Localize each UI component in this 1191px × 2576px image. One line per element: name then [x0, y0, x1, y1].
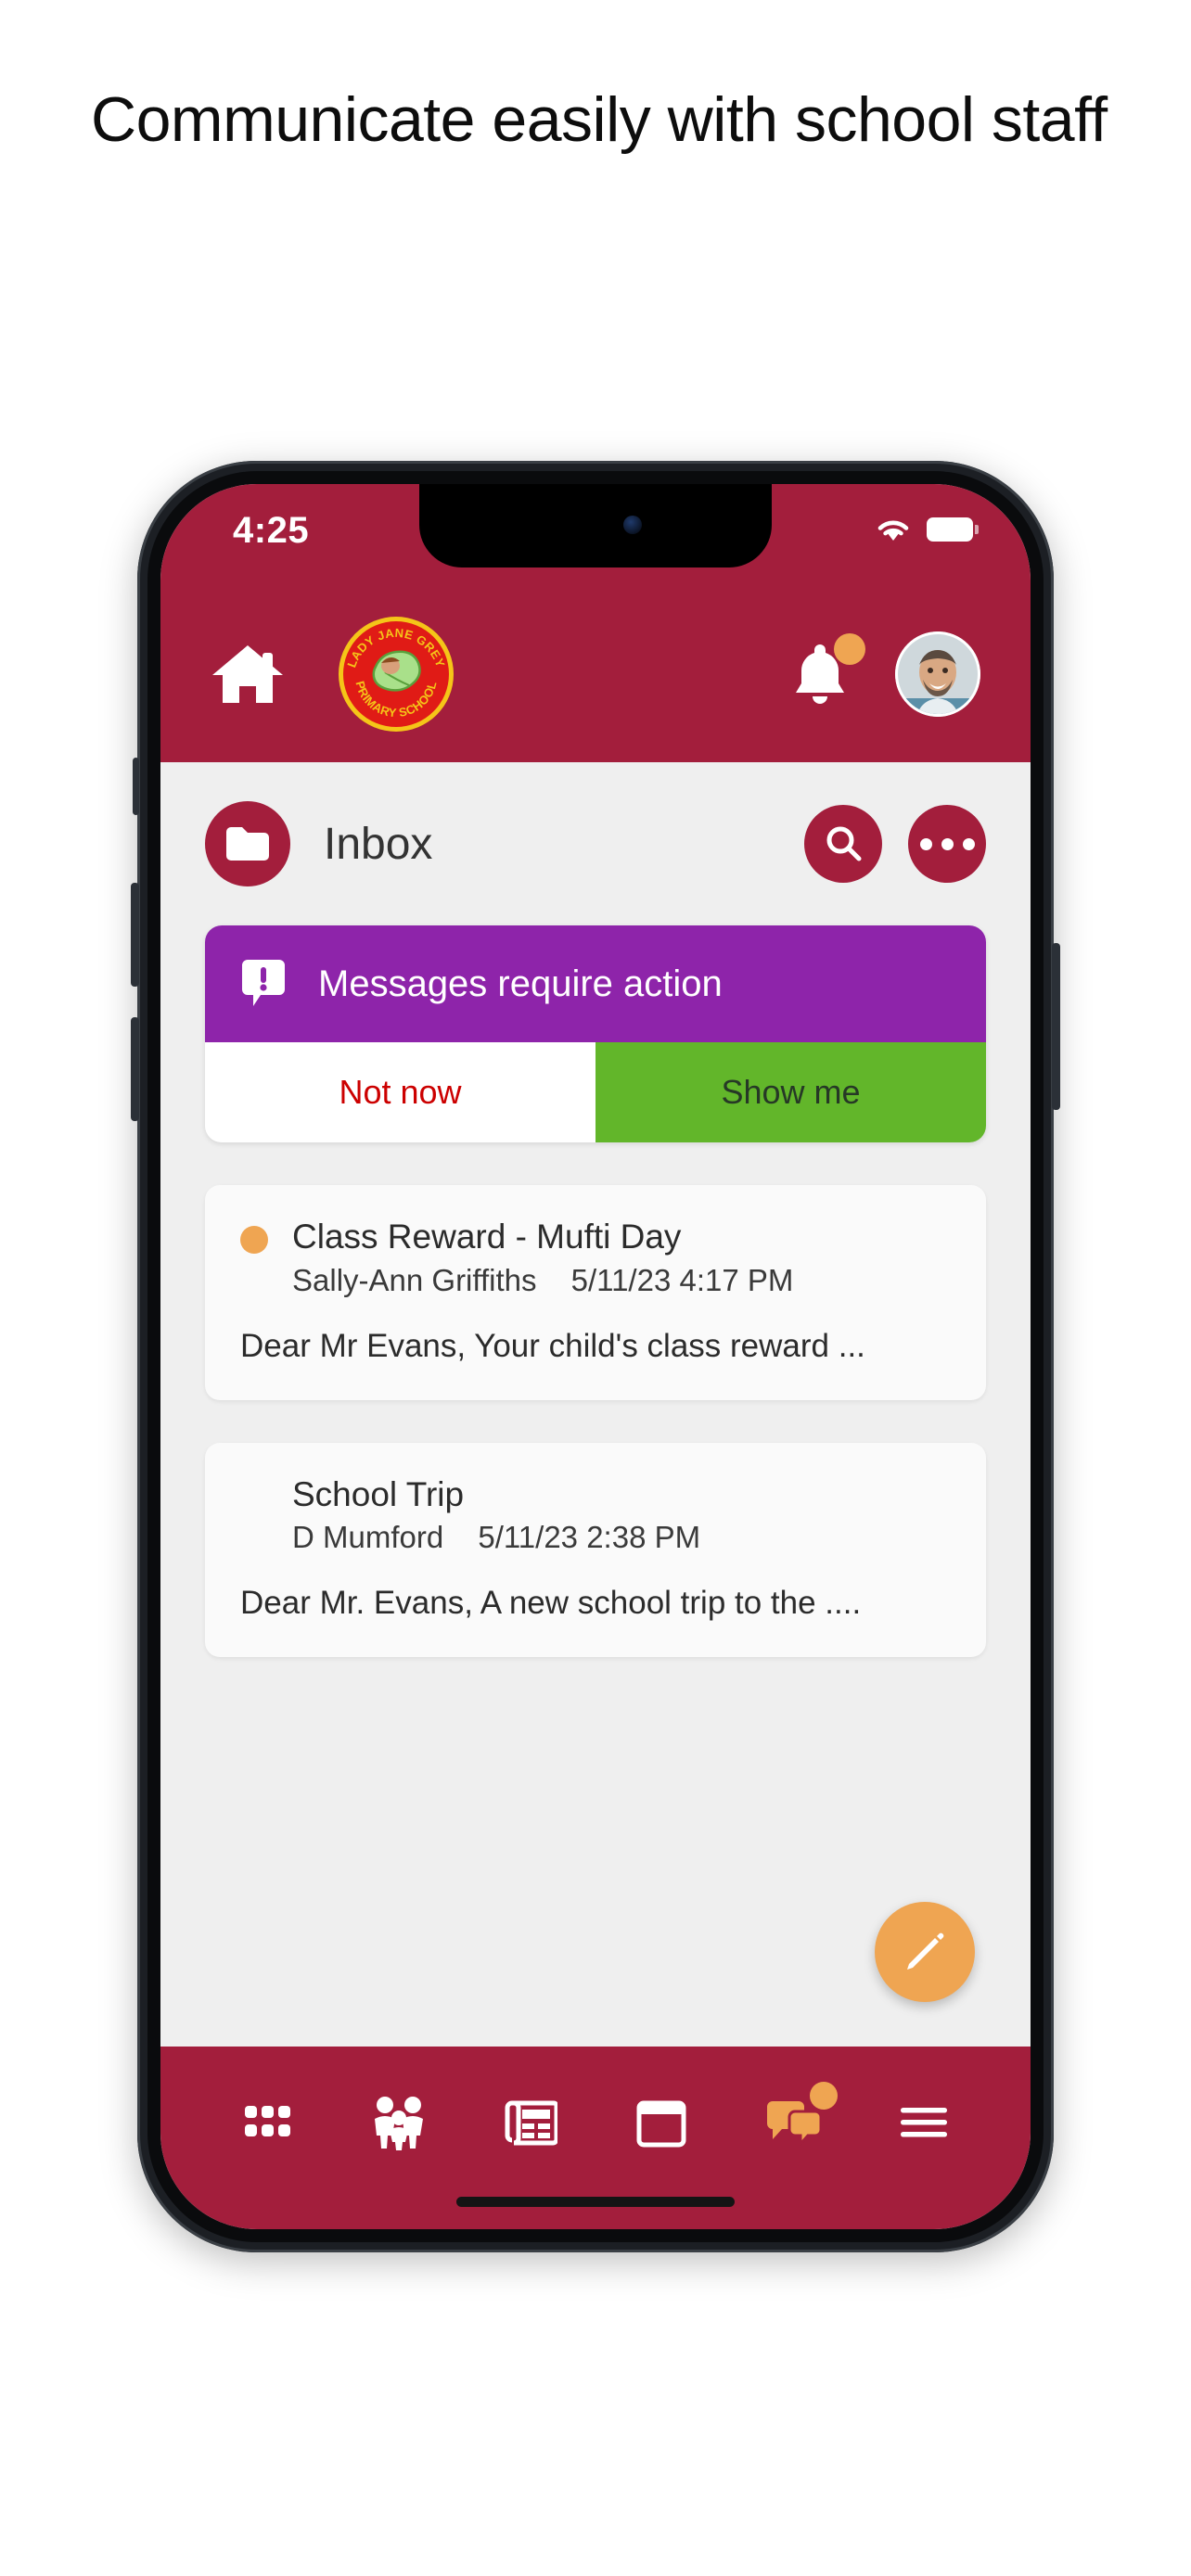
nav-newsletter[interactable]	[464, 2076, 596, 2169]
school-logo: LADY JANE GREY PRIMARY SCHOOL	[337, 615, 455, 733]
phone-notch	[419, 484, 772, 567]
message-preview: Dear Mr. Evans, A new school trip to the…	[240, 1585, 862, 1622]
message-list-item[interactable]: School Trip D Mumford 5/11/23 2:38 PM De…	[205, 1442, 986, 1658]
alert-confirm-button[interactable]: Show me	[596, 1042, 986, 1142]
phone-mockup: 4:25 LADY JANE GREY PRIMARY SCHOOL Inbox…	[131, 461, 1060, 2252]
family-icon	[374, 2096, 423, 2150]
message-text-block: Class Reward - Mufti Day Sally-Ann Griff…	[292, 1217, 793, 1298]
inbox-title-row: Inbox	[160, 762, 1031, 914]
message-header: School Trip D Mumford 5/11/23 2:38 PM	[240, 1474, 951, 1556]
power-button[interactable]	[1052, 943, 1060, 1110]
battery-icon	[927, 517, 979, 542]
compose-pencil-icon	[907, 1932, 944, 1970]
notifications-button[interactable]	[786, 633, 865, 711]
message-timestamp: 5/11/23 4:17 PM	[570, 1262, 794, 1297]
status-bar-time: 4:25	[233, 510, 310, 551]
nav-apps-grid[interactable]	[201, 2076, 333, 2169]
wifi-icon	[877, 520, 909, 541]
page-title: Inbox	[324, 819, 433, 869]
message-header: Class Reward - Mufti Day Sally-Ann Griff…	[240, 1217, 951, 1298]
more-options-button[interactable]	[908, 805, 986, 883]
page-headline: Communicate easily with school staff	[91, 84, 1108, 155]
alert-banner-text: Messages require action	[318, 963, 723, 1004]
marketing-screenshot: Communicate easily with school staff 4:2…	[0, 0, 1191, 2576]
folder-icon-circle	[205, 801, 290, 886]
message-timestamp: 5/11/23 2:38 PM	[478, 1520, 701, 1555]
message-sender: D Mumford	[292, 1520, 444, 1555]
nav-family[interactable]	[333, 2076, 465, 2169]
alert-message-icon	[242, 960, 285, 1006]
more-options-icon	[919, 837, 975, 850]
messages-icon	[766, 2100, 821, 2147]
apps-grid-icon	[244, 2105, 290, 2136]
silence-switch[interactable]	[133, 758, 139, 815]
alert-banner-actions: Not now Show me	[205, 1042, 986, 1142]
action-required-banner: Messages require action Not now Show me	[205, 925, 986, 1142]
search-icon	[826, 826, 862, 861]
message-text-block: School Trip D Mumford 5/11/23 2:38 PM	[292, 1474, 700, 1556]
nav-menu[interactable]	[858, 2076, 990, 2169]
calendar-icon	[636, 2100, 686, 2147]
message-subject: Class Reward - Mufti Day	[292, 1218, 682, 1256]
message-list-item[interactable]: Class Reward - Mufti Day Sally-Ann Griff…	[205, 1185, 986, 1400]
volume-down-button[interactable]	[131, 1017, 139, 1121]
compose-message-button[interactable]	[875, 1902, 975, 2002]
user-avatar[interactable]	[895, 631, 980, 717]
newsletter-icon	[505, 2100, 558, 2145]
inbox-content: Inbox Messages require action Not now Sh…	[160, 762, 1031, 2047]
nav-calendar[interactable]	[596, 2076, 727, 2169]
search-button[interactable]	[804, 805, 882, 883]
status-bar-indicators	[875, 516, 979, 543]
inbox-action-buttons	[804, 805, 986, 883]
home-indicator	[456, 2197, 735, 2207]
message-preview: Dear Mr Evans, Your child's class reward…	[240, 1327, 865, 1364]
message-subject: School Trip	[292, 1474, 465, 1513]
alert-dismiss-button[interactable]: Not now	[205, 1042, 596, 1142]
menu-hamburger-icon	[901, 2107, 948, 2136]
message-meta: D Mumford 5/11/23 2:38 PM	[292, 1520, 700, 1555]
unread-indicator-dot	[240, 1226, 268, 1254]
volume-up-button[interactable]	[131, 883, 139, 987]
home-icon[interactable]	[211, 642, 285, 707]
message-sender: Sally-Ann Griffiths	[292, 1262, 537, 1297]
message-meta: Sally-Ann Griffiths 5/11/23 4:17 PM	[292, 1263, 793, 1298]
app-header-row: LADY JANE GREY PRIMARY SCHOOL	[160, 605, 1031, 744]
messages-badge	[810, 2081, 839, 2110]
front-camera	[623, 516, 643, 534]
notification-badge	[834, 633, 865, 665]
app-top-bar: 4:25 LADY JANE GREY PRIMARY SCHOOL	[160, 484, 1031, 762]
phone-screen: 4:25 LADY JANE GREY PRIMARY SCHOOL Inbox…	[160, 484, 1031, 2229]
nav-messages[interactable]	[727, 2076, 859, 2169]
bottom-navigation-bar	[160, 2047, 1031, 2229]
alert-banner-top: Messages require action	[205, 925, 986, 1042]
folder-icon	[226, 827, 269, 861]
